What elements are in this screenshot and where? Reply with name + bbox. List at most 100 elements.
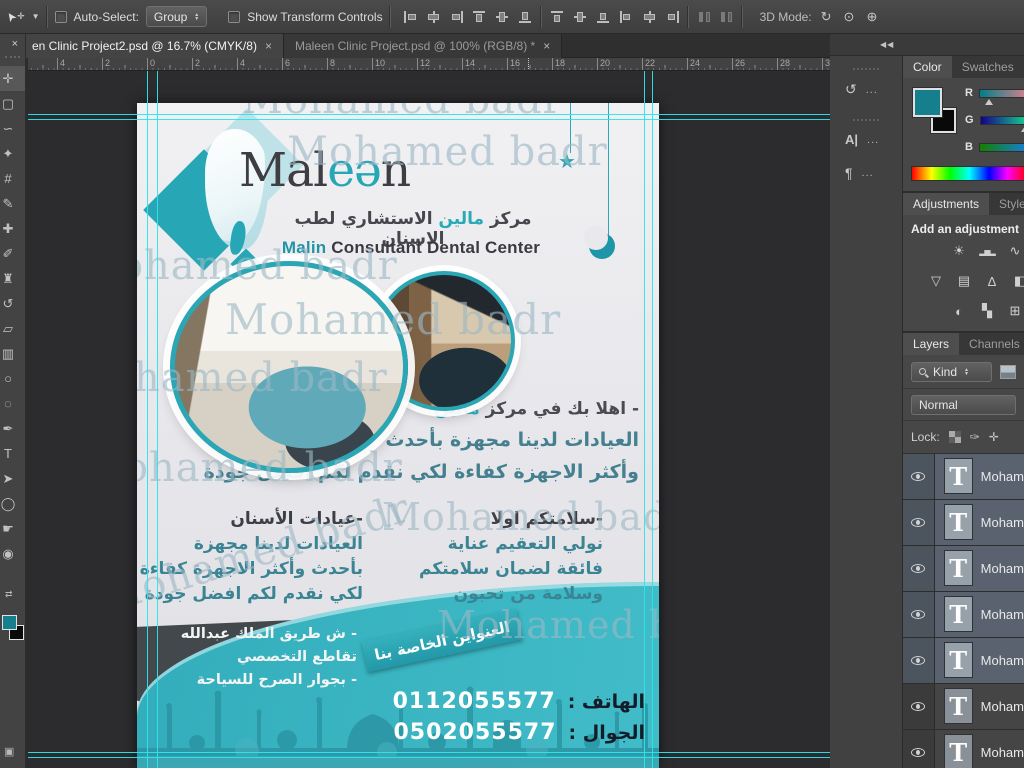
distribute-top-edges-icon[interactable] bbox=[549, 9, 566, 25]
vibrance-adjustment-icon[interactable]: ▽ bbox=[926, 273, 946, 289]
layer-row[interactable]: TMoham bbox=[903, 592, 1024, 638]
blur-tool[interactable]: ○ bbox=[0, 366, 25, 391]
distribute-horizontal-centers-icon[interactable] bbox=[641, 9, 658, 25]
black-white-adjustment-icon[interactable]: ◧ bbox=[1010, 273, 1024, 289]
move-tool[interactable]: ✛ bbox=[0, 66, 25, 91]
type-tool[interactable]: T bbox=[0, 441, 25, 466]
move-tool-icon[interactable]: ➤✛ bbox=[6, 10, 25, 24]
tab-color[interactable]: Color bbox=[903, 56, 952, 78]
layer-visibility-toggle[interactable] bbox=[903, 730, 935, 768]
dodge-tool[interactable]: ◌ bbox=[0, 391, 25, 416]
photo-filter-adjustment-icon[interactable]: ◐ bbox=[949, 303, 969, 319]
red-slider[interactable] bbox=[979, 89, 1024, 98]
gradient-tool[interactable]: ▥ bbox=[0, 341, 25, 366]
clone-stamp-tool[interactable]: ♜ bbox=[0, 266, 25, 291]
distribute-spacing-vertical-icon[interactable] bbox=[696, 9, 713, 25]
align-horizontal-centers-icon[interactable] bbox=[425, 9, 442, 25]
layer-visibility-toggle[interactable] bbox=[903, 638, 935, 683]
rect-marquee-tool[interactable]: ▢ bbox=[0, 91, 25, 116]
lock-image-pixels-icon[interactable]: ✑ bbox=[970, 430, 980, 444]
auto-select-checkbox[interactable] bbox=[55, 11, 67, 23]
tab-adjustments[interactable]: Adjustments bbox=[903, 193, 989, 215]
guide-vertical[interactable] bbox=[147, 71, 148, 768]
guide-horizontal[interactable] bbox=[28, 757, 830, 758]
foreground-color-swatch[interactable] bbox=[913, 88, 942, 117]
layer-row[interactable]: TMoham bbox=[903, 454, 1024, 500]
blend-mode-dropdown[interactable]: Normal bbox=[911, 395, 1016, 415]
color-balance-adjustment-icon[interactable]: ∆ bbox=[982, 273, 1002, 289]
document-tab-1[interactable]: en Clinic Project2.psd @ 16.7% (CMYK/8)× bbox=[0, 34, 284, 58]
align-left-edges-icon[interactable] bbox=[402, 9, 419, 25]
3d-rotate-icon[interactable]: ↻ bbox=[821, 9, 832, 25]
text-layer-thumbnail[interactable]: T bbox=[944, 688, 973, 724]
character-panel-button[interactable]: A|... bbox=[830, 123, 902, 156]
layer-visibility-toggle[interactable] bbox=[903, 454, 935, 499]
close-tab-icon[interactable]: × bbox=[265, 39, 272, 53]
layer-row[interactable]: TMoham bbox=[903, 730, 1024, 768]
align-bottom-edges-icon[interactable] bbox=[517, 9, 534, 25]
color-spectrum-ramp[interactable] bbox=[911, 166, 1024, 181]
lasso-tool[interactable]: ∽ bbox=[0, 116, 25, 141]
layer-visibility-toggle[interactable] bbox=[903, 684, 935, 729]
layer-row[interactable]: TMoham bbox=[903, 500, 1024, 546]
text-layer-thumbnail[interactable]: T bbox=[944, 734, 973, 768]
pen-tool[interactable]: ✒ bbox=[0, 416, 25, 441]
collapse-panels-icon[interactable]: ◀◀ bbox=[880, 40, 894, 49]
brush-tool[interactable]: ✐ bbox=[0, 241, 25, 266]
lock-position-icon[interactable]: ✛ bbox=[989, 430, 999, 444]
tab-styles[interactable]: Style bbox=[989, 193, 1024, 215]
blue-slider[interactable] bbox=[979, 143, 1024, 152]
layer-visibility-toggle[interactable] bbox=[903, 592, 935, 637]
layer-row[interactable]: TMoham bbox=[903, 546, 1024, 592]
history-panel-button[interactable]: ↺... bbox=[830, 72, 902, 107]
guide-horizontal[interactable] bbox=[28, 752, 830, 753]
eraser-tool[interactable]: ▱ bbox=[0, 316, 25, 341]
panel-grip[interactable] bbox=[853, 119, 879, 121]
panel-grip[interactable] bbox=[5, 56, 20, 58]
curves-adjustment-icon[interactable]: ∿ bbox=[1005, 243, 1024, 259]
levels-adjustment-icon[interactable]: ▂▅▂ bbox=[977, 243, 997, 259]
guide-vertical[interactable] bbox=[652, 71, 653, 768]
spot-heal-tool[interactable]: ✚ bbox=[0, 216, 25, 241]
distribute-vertical-centers-icon[interactable] bbox=[572, 9, 589, 25]
hand-tool[interactable]: ☛ bbox=[0, 516, 25, 541]
quick-mask-icon[interactable]: ▣ bbox=[4, 745, 14, 758]
paragraph-panel-button[interactable]: ¶... bbox=[830, 156, 902, 190]
distribute-spacing-horizontal-icon[interactable] bbox=[718, 9, 735, 25]
quick-select-tool[interactable]: ✦ bbox=[0, 141, 25, 166]
hue-saturation-adjustment-icon[interactable]: ▤ bbox=[954, 273, 974, 289]
tab-channels[interactable]: Channels bbox=[959, 333, 1024, 355]
crop-tool[interactable]: # bbox=[0, 166, 25, 191]
layer-visibility-toggle[interactable] bbox=[903, 500, 935, 545]
zoom-tool[interactable]: ◉ bbox=[0, 541, 25, 566]
channel-mixer-adjustment-icon[interactable]: ▚ bbox=[977, 303, 997, 319]
eyedropper-tool[interactable]: ✎ bbox=[0, 191, 25, 216]
brightness-contrast-adjustment-icon[interactable]: ☀ bbox=[949, 243, 969, 259]
distribute-bottom-edges-icon[interactable] bbox=[595, 9, 612, 25]
flyer-document[interactable]: Maleən مركز مالين الاستشاري لطب الاسنان … bbox=[137, 103, 659, 768]
text-layer-thumbnail[interactable]: T bbox=[944, 596, 973, 632]
layer-visibility-toggle[interactable] bbox=[903, 546, 935, 591]
guide-vertical[interactable] bbox=[644, 71, 645, 768]
align-top-edges-icon[interactable] bbox=[471, 9, 488, 25]
tab-swatches[interactable]: Swatches bbox=[952, 56, 1024, 78]
close-panel-icon[interactable]: × bbox=[12, 38, 18, 50]
3d-roll-icon[interactable]: ⊙ bbox=[844, 9, 855, 25]
foreground-color-swatch[interactable] bbox=[2, 615, 17, 630]
3d-drag-icon[interactable]: ⊕ bbox=[866, 9, 877, 25]
layer-row[interactable]: TMoham bbox=[903, 638, 1024, 684]
green-slider[interactable] bbox=[980, 116, 1024, 125]
tab-layers[interactable]: Layers bbox=[903, 333, 959, 355]
text-layer-thumbnail[interactable]: T bbox=[944, 458, 973, 494]
history-brush-tool[interactable]: ↺ bbox=[0, 291, 25, 316]
distribute-right-edges-icon[interactable] bbox=[664, 9, 681, 25]
show-transform-checkbox[interactable] bbox=[228, 11, 240, 23]
ellipse-tool[interactable]: ◯ bbox=[0, 491, 25, 516]
document-tab-2[interactable]: Maleen Clinic Project.psd @ 100% (RGB/8)… bbox=[284, 34, 562, 58]
filter-pixel-layers-icon[interactable] bbox=[1000, 365, 1016, 379]
text-layer-thumbnail[interactable]: T bbox=[944, 550, 973, 586]
auto-select-target-dropdown[interactable]: Group ▲▼ bbox=[146, 6, 207, 27]
swap-colors-icon[interactable]: ⇄ bbox=[5, 589, 13, 600]
guide-horizontal[interactable] bbox=[28, 119, 830, 120]
path-select-tool[interactable]: ➤ bbox=[0, 466, 25, 491]
